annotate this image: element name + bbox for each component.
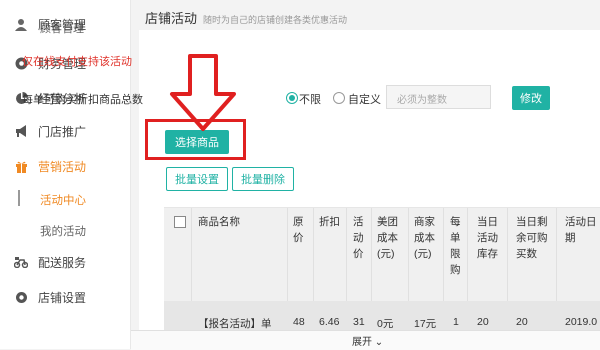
column-divider <box>443 208 444 302</box>
column-divider <box>371 208 372 302</box>
column-divider <box>313 208 314 302</box>
cell-per-order-limit: 1 <box>453 316 459 328</box>
cell-merchant-cost: 17元 <box>414 318 437 330</box>
radio-custom-label[interactable]: 自定义 <box>348 91 381 107</box>
col-header-daily-remaining: 当日剩 余可购 买数 <box>516 216 548 260</box>
megaphone-icon <box>14 124 28 138</box>
sidebar-item-label: 店铺设置 <box>38 290 87 305</box>
column-divider <box>191 208 192 302</box>
select-all-checkbox[interactable] <box>174 216 186 228</box>
column-divider <box>346 208 347 302</box>
custom-limit-input[interactable]: 必须为整数 <box>386 85 491 109</box>
modify-button[interactable]: 修改 <box>512 86 550 110</box>
col-header-name: 商品名称 <box>198 216 240 228</box>
column-divider <box>556 208 557 302</box>
scooter-icon <box>14 255 28 269</box>
column-divider <box>467 208 468 302</box>
sidebar-item-delivery[interactable]: 配送服务 <box>0 251 130 273</box>
col-header-activity-price: 活 动 价 <box>353 216 364 260</box>
sidebar-item-promotion[interactable]: 门店推广 <box>0 120 130 142</box>
col-header-activity-date: 活动日期 <box>565 216 597 244</box>
payment-notice: 仅在线支付支持该活动 <box>22 56 132 68</box>
sidebar-item-marketing[interactable]: 营销活动 <box>0 155 130 177</box>
radio-custom[interactable] <box>333 92 345 104</box>
table-header: 商品名称 原 价 折扣 活 动 价 美团 成本 (元) 商家 成本 (元) 每 … <box>164 207 600 302</box>
col-header-meituan-cost: 美团 成本 (元) <box>377 216 398 260</box>
column-divider <box>507 208 508 302</box>
column-divider <box>408 208 409 302</box>
cell-daily-stock: 20 <box>477 316 489 328</box>
col-header-daily-stock: 当日 活动 库存 <box>477 216 498 260</box>
col-header-per-order-limit: 每 单 限 购 <box>450 216 461 276</box>
cell-name: 【报名活动】单 <box>198 318 272 330</box>
gift-icon <box>14 159 28 173</box>
col-header-merchant-cost: 商家 成本 (元) <box>414 216 435 260</box>
sidebar-subitem-my-activities[interactable]: 我的活动 <box>40 223 86 239</box>
batch-delete-button[interactable]: 批量删除 <box>232 167 294 191</box>
col-header-discount: 折扣 <box>319 216 340 228</box>
annotation-arrow-icon <box>170 54 236 131</box>
sidebar-item-customers[interactable]: 顾客管理 <box>0 13 130 35</box>
cell-price: 48 <box>293 316 305 328</box>
sidebar-item-label: 营销活动 <box>38 159 87 174</box>
sidebar-item-label: 顾客管理 <box>38 17 87 32</box>
sidebar-subitem-activity-center[interactable]: 活动中心 <box>40 192 86 208</box>
sidebar-item-label: 配送服务 <box>38 255 87 270</box>
user-icon <box>14 17 28 31</box>
sub-nav-indicator <box>18 190 20 206</box>
cell-daily-remaining: 20 <box>516 316 528 328</box>
page-title: 店铺活动 <box>145 11 198 26</box>
page-subtitle: 随时为自己的店铺创建各类优惠活动 <box>203 15 348 25</box>
col-header-price: 原 价 <box>293 216 304 244</box>
cell-activity-price: 31 <box>353 316 365 328</box>
radio-unlimited[interactable] <box>286 92 298 104</box>
batch-set-button[interactable]: 批量设置 <box>166 167 228 191</box>
gear-icon <box>14 290 28 304</box>
radio-unlimited-label[interactable]: 不限 <box>299 91 321 107</box>
cell-discount: 6.46 <box>319 316 340 328</box>
cell-activity-date: 2019.0 <box>565 316 598 328</box>
cell-meituan-cost: 0元 <box>377 318 394 330</box>
expand-button[interactable]: 展开 ⌄ <box>352 333 383 348</box>
sidebar-item-label: 门店推广 <box>38 124 87 139</box>
column-divider <box>287 208 288 302</box>
sidebar-item-store-settings[interactable]: 店铺设置 <box>0 286 130 308</box>
purchase-limit-label: 每单可购买折扣商品总数 <box>22 94 143 106</box>
